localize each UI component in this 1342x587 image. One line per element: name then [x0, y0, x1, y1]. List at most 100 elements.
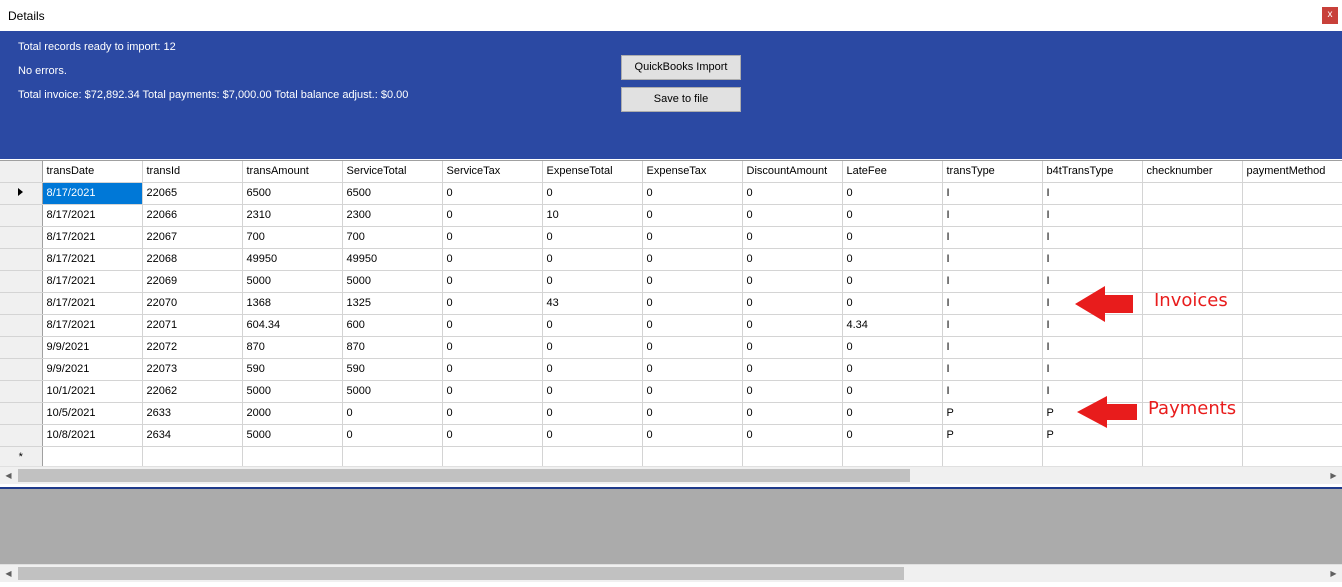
- grid-cell[interactable]: 0: [642, 358, 743, 381]
- grid-cell[interactable]: 0: [842, 402, 943, 425]
- row-header[interactable]: [0, 270, 43, 293]
- grid-cell[interactable]: [1242, 182, 1342, 205]
- scroll-right-arrow-icon[interactable]: ▶: [1325, 467, 1342, 484]
- grid-cell[interactable]: [242, 446, 343, 466]
- column-header-transdate[interactable]: transDate: [42, 161, 143, 183]
- grid-cell[interactable]: 0: [842, 336, 943, 359]
- grid-cell[interactable]: [842, 446, 943, 466]
- grid-cell[interactable]: [142, 446, 243, 466]
- grid-cell[interactable]: 22069: [142, 270, 243, 293]
- grid-cell[interactable]: I: [942, 248, 1043, 271]
- grid-cell[interactable]: 0: [542, 358, 643, 381]
- scroll-right-arrow-icon[interactable]: ▶: [1325, 565, 1342, 582]
- grid-cell[interactable]: [1242, 270, 1342, 293]
- grid-cell[interactable]: 0: [842, 248, 943, 271]
- grid-cell[interactable]: I: [942, 314, 1043, 337]
- grid-cell[interactable]: [1142, 226, 1243, 249]
- grid-cell[interactable]: 2633: [142, 402, 243, 425]
- table-row[interactable]: 8/17/2021 22068 49950 49950 0 0 0 0 0 I I: [0, 248, 1342, 271]
- grid-cell[interactable]: 8/17/2021: [42, 226, 143, 249]
- grid-cell[interactable]: 22072: [142, 336, 243, 359]
- grid-cell[interactable]: [1142, 248, 1243, 271]
- grid-cell[interactable]: 700: [242, 226, 343, 249]
- grid-cell[interactable]: [442, 446, 543, 466]
- grid-cell[interactable]: 0: [742, 358, 843, 381]
- grid-cell[interactable]: 9/9/2021: [42, 358, 143, 381]
- grid-cell[interactable]: 0: [642, 402, 743, 425]
- grid-cell[interactable]: I: [942, 380, 1043, 403]
- table-row[interactable]: 10/1/2021 22062 5000 5000 0 0 0 0 0 I I: [0, 380, 1342, 403]
- scrollbar-thumb[interactable]: [18, 469, 910, 482]
- grid-cell[interactable]: 2000: [242, 402, 343, 425]
- grid-cell[interactable]: [1142, 336, 1243, 359]
- grid-cell[interactable]: 22070: [142, 292, 243, 315]
- grid-cell[interactable]: 0: [442, 424, 543, 447]
- grid-cell[interactable]: 0: [542, 380, 643, 403]
- grid-cell[interactable]: 5000: [242, 380, 343, 403]
- grid-cell[interactable]: 0: [542, 226, 643, 249]
- grid-cell[interactable]: 22065: [142, 182, 243, 205]
- grid-cell[interactable]: [1242, 292, 1342, 315]
- grid-cell[interactable]: 600: [342, 314, 443, 337]
- grid-cell[interactable]: 6500: [242, 182, 343, 205]
- grid-cell[interactable]: 0: [742, 402, 843, 425]
- grid-cell[interactable]: I: [942, 292, 1043, 315]
- grid-cell[interactable]: P: [942, 402, 1043, 425]
- grid-cell[interactable]: [542, 446, 643, 466]
- grid-cell[interactable]: 0: [742, 292, 843, 315]
- grid-cell[interactable]: 590: [342, 358, 443, 381]
- grid-cell[interactable]: 0: [842, 380, 943, 403]
- grid-cell[interactable]: [1142, 424, 1243, 447]
- grid-cell[interactable]: 9/9/2021: [42, 336, 143, 359]
- grid-cell[interactable]: [1242, 204, 1342, 227]
- table-row[interactable]: 8/17/2021 22065 6500 6500 0 0 0 0 0 I I: [0, 182, 1342, 205]
- grid-cell[interactable]: [1242, 336, 1342, 359]
- grid-cell[interactable]: [1242, 226, 1342, 249]
- grid-cell[interactable]: 0: [442, 336, 543, 359]
- grid-cell[interactable]: 0: [542, 424, 643, 447]
- grid-cell[interactable]: 590: [242, 358, 343, 381]
- table-row[interactable]: 8/17/2021 22071 604.34 600 0 0 0 0 4.34 I I: [0, 314, 1342, 337]
- row-header[interactable]: [0, 248, 43, 271]
- grid-cell[interactable]: 0: [442, 182, 543, 205]
- grid-cell[interactable]: I: [1042, 204, 1143, 227]
- column-header-paymentmethod[interactable]: paymentMethod: [1242, 161, 1342, 183]
- grid-cell[interactable]: [1142, 446, 1243, 466]
- grid-cell[interactable]: 0: [642, 424, 743, 447]
- column-header-transtype[interactable]: transType: [942, 161, 1043, 183]
- grid-cell[interactable]: [1242, 314, 1342, 337]
- grid-cell[interactable]: 0: [842, 424, 943, 447]
- grid-cell[interactable]: 10/8/2021: [42, 424, 143, 447]
- grid-cell[interactable]: 2634: [142, 424, 243, 447]
- grid-cell[interactable]: 49950: [242, 248, 343, 271]
- grid-cell[interactable]: 0: [642, 380, 743, 403]
- grid-cell[interactable]: 43: [542, 292, 643, 315]
- row-header[interactable]: [0, 292, 43, 315]
- grid-cell[interactable]: 10/1/2021: [42, 380, 143, 403]
- grid-cell[interactable]: 10/5/2021: [42, 402, 143, 425]
- grid-cell[interactable]: 8/17/2021: [42, 292, 143, 315]
- grid-cell[interactable]: I: [942, 226, 1043, 249]
- grid-cell[interactable]: 22073: [142, 358, 243, 381]
- grid-cell[interactable]: 0: [542, 182, 643, 205]
- grid-cell[interactable]: 0: [642, 204, 743, 227]
- grid-cell[interactable]: 22062: [142, 380, 243, 403]
- grid-cell[interactable]: I: [1042, 336, 1143, 359]
- grid-cell[interactable]: 0: [542, 270, 643, 293]
- grid-cell[interactable]: [642, 446, 743, 466]
- grid-cell[interactable]: [1242, 446, 1342, 466]
- column-header-transamount[interactable]: transAmount: [242, 161, 343, 183]
- grid-cell[interactable]: 4.34: [842, 314, 943, 337]
- grid-cell[interactable]: 22071: [142, 314, 243, 337]
- new-row[interactable]: *: [0, 446, 1342, 466]
- grid-cell[interactable]: [1142, 358, 1243, 381]
- grid-cell[interactable]: 2310: [242, 204, 343, 227]
- grid-cell[interactable]: 0: [742, 424, 843, 447]
- grid-cell[interactable]: 0: [442, 358, 543, 381]
- grid-cell[interactable]: 0: [342, 402, 443, 425]
- grid-cell[interactable]: [1242, 402, 1342, 425]
- column-header-discountamount[interactable]: DiscountAmount: [742, 161, 843, 183]
- grid-cell[interactable]: [1142, 182, 1243, 205]
- grid-cell[interactable]: 8/17/2021: [42, 314, 143, 337]
- grid-cell[interactable]: 0: [442, 380, 543, 403]
